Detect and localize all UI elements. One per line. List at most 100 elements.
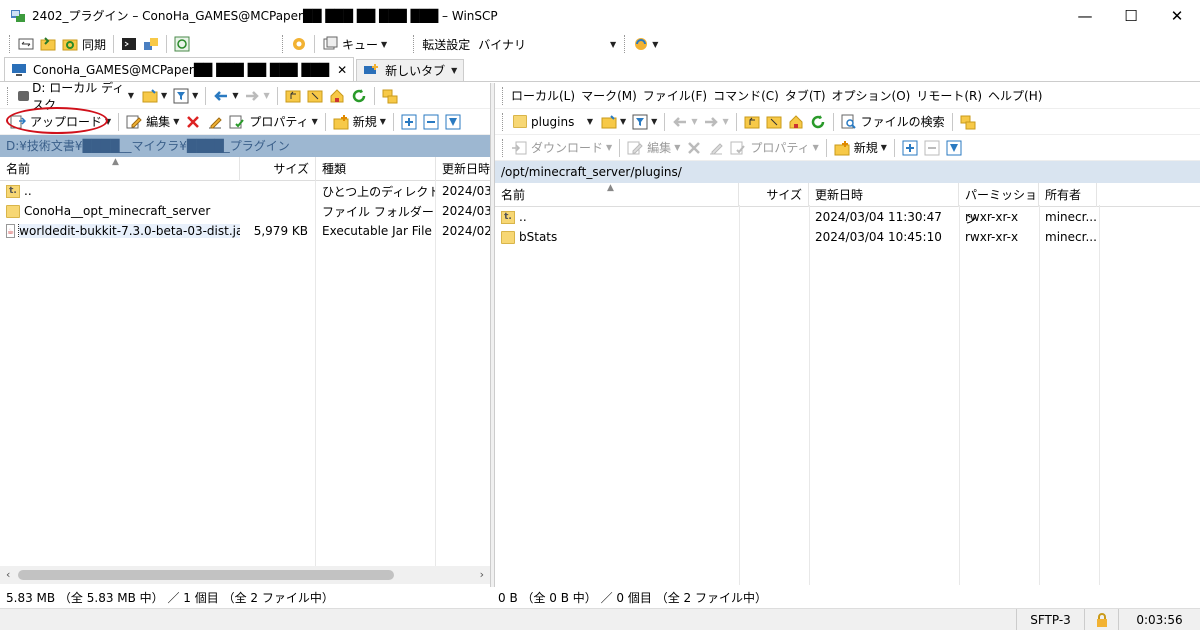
menu-help[interactable]: ヘルプ(H) (985, 85, 1045, 107)
chevron-down-icon: ▼ (127, 91, 134, 100)
remote-path-bar[interactable]: /opt/minecraft_server/plugins/ (495, 161, 1200, 183)
rename-button[interactable] (204, 111, 226, 133)
toolbar-grip[interactable] (502, 112, 505, 131)
column-name[interactable]: 名前 ▲ (495, 183, 739, 207)
synchronize-button[interactable]: 同期 (59, 33, 109, 55)
transfer-mode-select[interactable]: バイナリ ▼ (473, 34, 622, 54)
scrollbar-thumb[interactable] (18, 570, 394, 580)
toolbar-grip[interactable] (624, 35, 627, 53)
new-button[interactable]: 新規 ▼ (831, 137, 890, 159)
open-terminal-button[interactable] (118, 33, 140, 55)
find-files-button[interactable]: ファイルの検索 (838, 111, 948, 133)
properties-button[interactable]: プロパティ ▼ (226, 111, 320, 133)
queue-button[interactable]: キュー ▼ (319, 33, 390, 55)
file-name: worldedit-bukkit-7.3.0-beta-03-dist.jar (18, 224, 240, 238)
menu-local[interactable]: ローカル(L) (508, 85, 578, 107)
column-name[interactable]: 名前 ▲ (0, 157, 240, 181)
refresh-button[interactable] (807, 111, 829, 133)
remote-column-headers: 名前 ▲ サイズ 更新日時 パーミッション 所有者 (495, 183, 1200, 226)
scroll-left-icon[interactable]: ‹ (6, 568, 10, 581)
refresh-session-button[interactable] (171, 33, 193, 55)
compare-directories-button[interactable] (15, 33, 37, 55)
close-window-button[interactable]: ✕ (1154, 0, 1200, 31)
open-directory-button[interactable]: ▼ (598, 111, 629, 133)
tab-session[interactable]: ConoHa_GAMES@MCPaper██ ███ ██ ███ ███ ✕ (4, 57, 355, 81)
unselect-files-button[interactable] (420, 111, 442, 133)
unselect-files-button[interactable] (921, 137, 943, 159)
maximize-button[interactable]: ☐ (1108, 0, 1154, 31)
back-button[interactable]: ▼ (210, 85, 241, 107)
filter-button[interactable]: ▼ (170, 85, 201, 107)
local-horizontal-scrollbar[interactable]: ‹ › (0, 566, 490, 584)
local-path-bar[interactable]: D:¥技術文書¥████__マイクラ¥████_プラグイン (0, 135, 490, 157)
list-item[interactable]: bStats 2024/03/04 10:45:10 rwxr-xr-x min… (495, 227, 1200, 247)
column-permissions[interactable]: パーミッション (959, 183, 1039, 226)
select-files-button[interactable] (398, 111, 420, 133)
chevron-down-icon: ▼ (381, 39, 388, 49)
menu-options[interactable]: オプション(O) (829, 85, 914, 107)
find-folder-button[interactable] (957, 111, 979, 133)
toolbar-grip[interactable] (502, 138, 505, 157)
forward-button[interactable]: ▼ (700, 111, 731, 133)
forward-button[interactable]: ▼ (241, 85, 272, 107)
menu-mark[interactable]: マーク(M) (578, 85, 640, 107)
preferences-button[interactable] (288, 33, 310, 55)
column-size[interactable]: サイズ (739, 183, 809, 207)
parent-directory-button[interactable] (282, 85, 304, 107)
list-item[interactable]: t... 2024/03/04 11:30:47 rwxr-xr-x minec… (495, 207, 1200, 227)
local-drive-select[interactable]: D: ローカル ディスク ▼ (13, 81, 139, 112)
scroll-right-icon[interactable]: › (480, 568, 484, 581)
sessions-button[interactable]: ▼ (630, 33, 661, 55)
menu-commands[interactable]: コマンド(C) (710, 85, 782, 107)
chevron-down-icon: ▼ (674, 143, 681, 152)
separator (205, 86, 207, 105)
encryption-lock[interactable] (1084, 609, 1118, 630)
column-modified[interactable]: 更新日時 (436, 157, 490, 181)
edit-button[interactable]: 編集 ▼ (624, 137, 683, 159)
refresh-button[interactable] (348, 85, 370, 107)
open-directory-button[interactable]: ▼ (139, 85, 170, 107)
upload-button[interactable]: アップロード ▼ (4, 111, 114, 133)
delete-button[interactable] (683, 137, 705, 159)
close-tab-icon[interactable]: ✕ (337, 63, 347, 77)
root-directory-button[interactable] (763, 111, 785, 133)
list-item[interactable]: ☕ worldedit-bukkit-7.3.0-beta-03-dist.jar… (0, 221, 490, 241)
home-directory-button[interactable] (785, 111, 807, 133)
remote-folder-select[interactable]: plugins ▼ (508, 111, 598, 132)
tab-new[interactable]: 新しいタブ ▼ (356, 59, 465, 81)
toolbar-grip[interactable] (282, 35, 285, 53)
separator (832, 112, 834, 131)
minimize-button[interactable]: — (1062, 0, 1108, 31)
home-directory-button[interactable] (326, 85, 348, 107)
edit-button[interactable]: 編集 ▼ (123, 111, 182, 133)
synchronize-browsing-button[interactable] (37, 33, 59, 55)
back-button[interactable]: ▼ (669, 111, 700, 133)
toolbar-grip[interactable] (502, 86, 505, 105)
rename-button[interactable] (705, 137, 727, 159)
toolbar-grip[interactable] (9, 35, 12, 53)
column-type[interactable]: 種類 (316, 157, 436, 181)
menu-tabs[interactable]: タブ(T) (782, 85, 829, 107)
column-owner[interactable]: 所有者 (1039, 183, 1097, 207)
list-item[interactable]: t... ひとつ上のディレクトリ 2024/03/ (0, 181, 490, 201)
menu-remote[interactable]: リモート(R) (913, 85, 985, 107)
new-button[interactable]: 新規 ▼ (330, 111, 389, 133)
toolbar-grip[interactable] (7, 86, 10, 105)
download-button[interactable]: ダウンロード ▼ (508, 137, 615, 159)
parent-directory-button[interactable] (741, 111, 763, 133)
delete-button[interactable] (182, 111, 204, 133)
filter-button[interactable]: ▼ (629, 111, 660, 133)
local-pane: D: ローカル ディスク ▼ ▼ ▼ ▼ ▼ アップロード ▼ 編集 ▼ プロパ… (0, 81, 490, 241)
select-all-button[interactable] (442, 111, 464, 133)
list-item[interactable]: ConoHa__opt_minecraft_server ファイル フォルダー … (0, 201, 490, 221)
select-all-button[interactable] (943, 137, 965, 159)
putty-button[interactable] (140, 33, 162, 55)
properties-button[interactable]: プロパティ ▼ (727, 137, 821, 159)
find-folder-button[interactable] (379, 85, 401, 107)
toolbar-grip[interactable] (413, 35, 416, 53)
column-modified[interactable]: 更新日時 (809, 183, 959, 207)
column-size[interactable]: サイズ (240, 157, 316, 181)
select-files-button[interactable] (899, 137, 921, 159)
menu-files[interactable]: ファイル(F) (640, 85, 710, 107)
root-directory-button[interactable] (304, 85, 326, 107)
